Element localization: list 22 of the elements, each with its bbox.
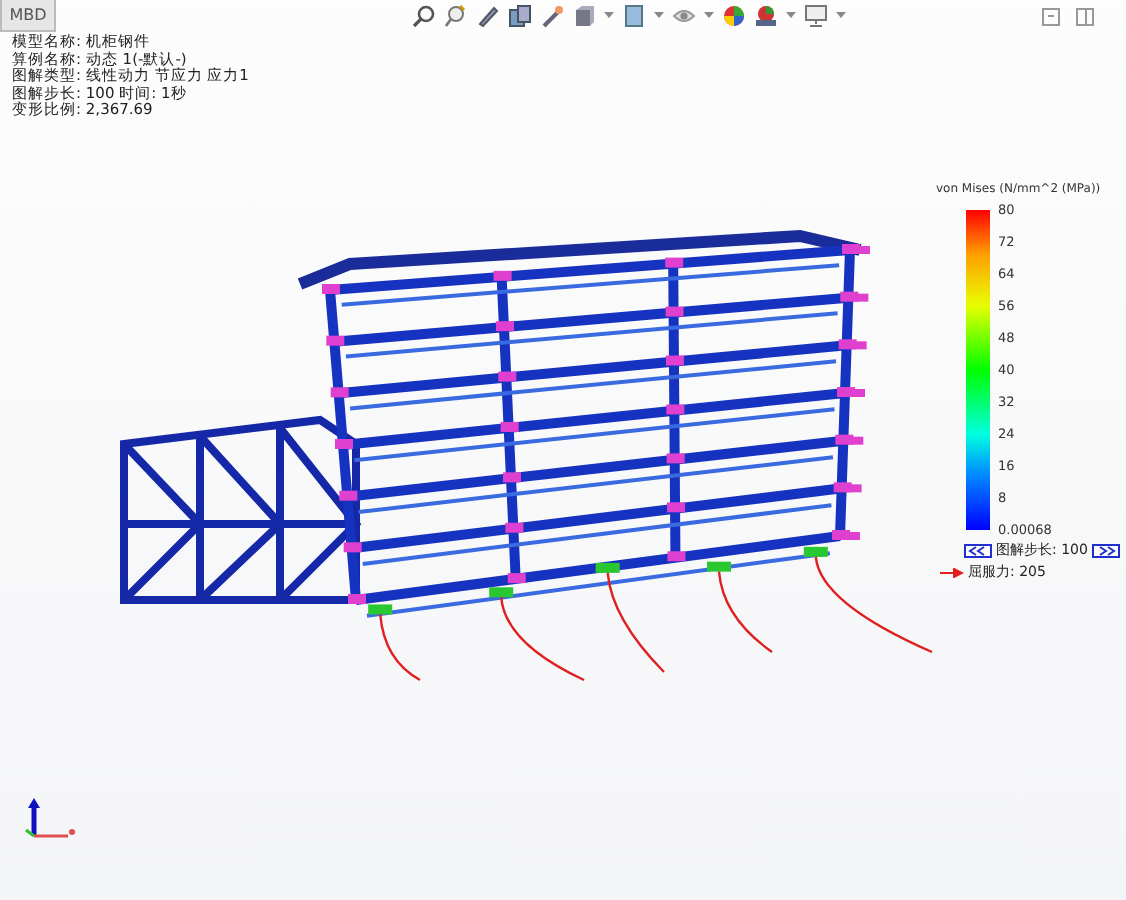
caret-icon[interactable] <box>836 12 846 20</box>
caret-icon[interactable] <box>654 12 664 20</box>
cube-icon[interactable] <box>572 4 596 28</box>
caret-icon[interactable] <box>786 12 796 20</box>
wand-icon[interactable] <box>540 4 564 28</box>
mbd-tab[interactable]: MBD <box>0 0 56 32</box>
box-icon[interactable] <box>622 4 646 28</box>
section-view-icon[interactable] <box>508 4 532 28</box>
monitor-icon[interactable] <box>804 4 828 28</box>
arrow-icon <box>940 567 964 577</box>
caret-icon[interactable] <box>604 12 614 20</box>
caret-icon[interactable] <box>704 12 714 20</box>
next-step-icon[interactable] <box>1091 543 1120 557</box>
color-ball-icon[interactable] <box>722 4 746 28</box>
restore-window-icon[interactable] <box>1042 8 1060 26</box>
split-window-icon[interactable] <box>1076 8 1094 26</box>
zoom-area-icon[interactable] <box>444 4 468 28</box>
pencil-icon[interactable] <box>476 4 500 28</box>
previous-step-icon[interactable] <box>964 543 992 557</box>
zoom-fit-icon[interactable] <box>412 4 436 28</box>
eye-icon[interactable] <box>672 4 696 28</box>
scene-icon[interactable] <box>754 4 778 28</box>
